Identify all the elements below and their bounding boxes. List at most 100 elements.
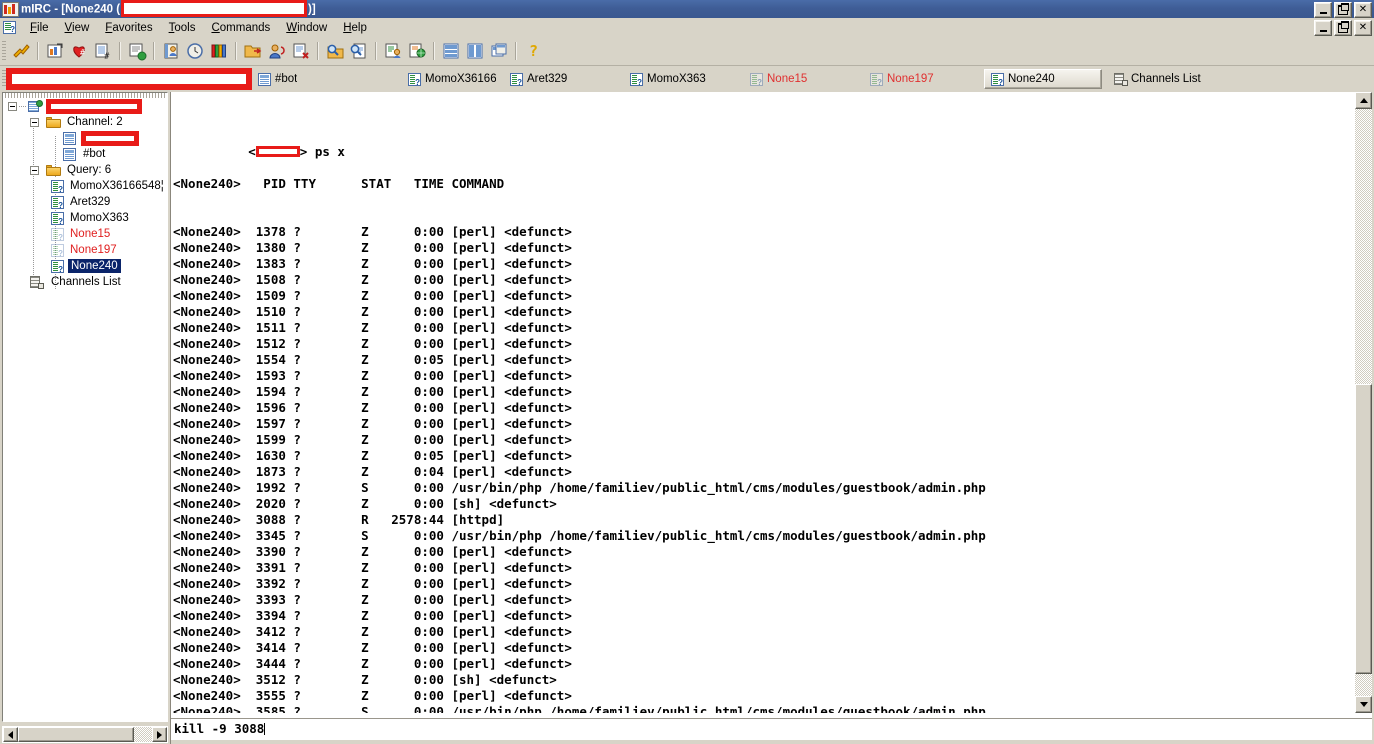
menu-view[interactable]: View [57,20,98,36]
switchbar-tab-none197[interactable]: None197 [864,69,982,89]
find-folder-icon[interactable] [324,40,346,62]
tree-group-label: Query: 6 [67,164,112,176]
tree-item-momox361665488[interactable]: MomoX36166548¦ [3,178,167,194]
chat-line: <None240> 1512 ? Z 0:00 [perl] <defunct> [173,336,572,351]
scroll-down-button[interactable] [1355,696,1372,713]
tree-item-channel-bot[interactable]: #bot [3,146,167,162]
collapse-toggle-icon[interactable] [30,165,39,175]
chat-line: <None240> 3392 ? Z 0:00 [perl] <defunct> [173,576,572,591]
tree-item-channel-redacted[interactable] [3,130,167,146]
scroll-track[interactable] [1355,109,1372,696]
timer-clock-icon[interactable] [184,40,206,62]
switchbar-tab-none15[interactable]: None15 [744,69,862,89]
scroll-up-button[interactable] [1355,92,1372,109]
chat-line: <None240> 1510 ? Z 0:00 [perl] <defunct> [173,304,572,319]
tree-item-label: Aret329 [70,196,111,208]
find-page-icon[interactable] [348,40,370,62]
world-globe-icon[interactable] [406,40,428,62]
chat-line: <None240> 3391 ? Z 0:00 [perl] <defunct> [173,560,572,575]
tree-connector [19,106,27,107]
collapse-toggle-icon[interactable] [30,117,39,127]
treebar-grip[interactable] [5,93,167,98]
folder-icon [46,116,61,128]
close-button[interactable]: ✕ [1354,2,1372,18]
tree-item-channels-list[interactable]: Channels List [3,274,167,290]
redacted-channel-label [81,130,139,146]
tree-group-channel[interactable]: Channel: 2 [3,114,167,130]
tile-vertical-icon[interactable] [464,40,486,62]
chat-line: <None240> 3585 ? S 0:00 /usr/bin/php /ho… [173,704,986,713]
chat-line: <None240> 3555 ? Z 0:00 [perl] <defunct> [173,688,572,703]
redacted-server-label [46,98,142,114]
address-book-icon[interactable] [160,40,182,62]
about-help-icon[interactable]: ? [522,40,544,62]
switchbar-tab-label: #bot [275,73,298,85]
toolbar-separator [119,42,121,60]
mdi-restore-button[interactable] [1334,20,1352,36]
switchbar-tab-momox361665488[interactable]: MomoX361665488 [402,69,502,89]
switchbar-tab-aret329[interactable]: Aret329 [504,69,622,89]
menu-help[interactable]: Help [335,20,375,36]
chat-line: <None240> 3444 ? Z 0:00 [perl] <defunct> [173,656,572,671]
scripts-editor-icon[interactable] [126,40,148,62]
collapse-toggle-icon[interactable] [8,101,17,111]
scroll-thumb[interactable] [18,727,134,742]
tree-item-none240[interactable]: None240 [3,258,167,274]
chat-window-none240: < > ps x <None240> PID TTY STAT TIME COMM… [170,92,1372,744]
options-icon[interactable] [44,40,66,62]
switchbar-tab-channels-list[interactable]: Channels List [1108,69,1207,89]
tree-item-server[interactable] [3,98,167,114]
notify-list-icon[interactable] [208,40,230,62]
mdi-minimize-button[interactable] [1314,20,1332,36]
minimize-button[interactable] [1314,2,1332,18]
chat-line: <None240> 3390 ? Z 0:00 [perl] <defunct> [173,544,572,559]
mdi-document-icon[interactable] [3,20,17,35]
cascade-icon[interactable] [488,40,510,62]
folder-icon [46,164,61,176]
tree-group-query[interactable]: Query: 6 [3,162,167,178]
redacted-nick [255,146,300,157]
channels-list-icon[interactable]: # [92,40,114,62]
menu-window[interactable]: Window [278,20,335,36]
toolbar-grip[interactable] [2,41,6,61]
scroll-left-button[interactable] [3,727,18,742]
connect-lightning-icon[interactable] [10,40,32,62]
tree-item-none15[interactable]: None15 [3,226,167,242]
tree-item-label: MomoX36166548¦ [70,180,164,192]
scroll-right-button[interactable] [152,727,167,742]
menu-file[interactable]: File [22,20,57,36]
send-file-icon[interactable] [242,40,264,62]
switchbar-tab-none240[interactable]: None240 [984,69,1102,89]
dcc-chat-icon[interactable] [266,40,288,62]
treebar-horizontal-scrollbar[interactable] [2,726,168,743]
switchbar-tab-label: Channels List [1131,73,1201,85]
query-icon [991,72,1004,87]
user-list-icon[interactable] [382,40,404,62]
chat-vertical-scrollbar[interactable] [1355,92,1372,713]
menu-favorites[interactable]: Favorites [97,20,160,36]
dcc-send-icon[interactable] [290,40,312,62]
query-icon [51,211,64,226]
chat-line: <None240> 1378 ? Z 0:00 [perl] <defunct> [173,224,572,239]
chat-line: <None240> 1596 ? Z 0:00 [perl] <defunct> [173,400,572,415]
tree-item-none197[interactable]: None197 [3,242,167,258]
scroll-thumb[interactable] [1355,384,1372,674]
chat-line: <None240> 1630 ? Z 0:05 [perl] <defunct> [173,448,572,463]
tile-horizontal-icon[interactable] [440,40,462,62]
mdi-close-button[interactable]: ✕ [1354,20,1372,36]
chat-line: <None240> 3088 ? R 2578:44 [httpd] [173,512,505,527]
chat-line: <None240> 1599 ? Z 0:00 [perl] <defunct> [173,432,572,447]
restore-button[interactable] [1334,2,1352,18]
favorites-heart-icon[interactable]: # [68,40,90,62]
svg-text:?: ? [529,42,538,60]
menu-commands[interactable]: Commands [203,20,278,36]
scroll-track[interactable] [134,727,152,742]
menu-tools[interactable]: Tools [161,20,204,36]
message-input[interactable]: kill -9 3088 [171,718,1372,740]
chat-line: <None240> 1554 ? Z 0:05 [perl] <defunct> [173,352,572,367]
treebar: Channel: 2 #bot Query: 6 ? MomoX36166548… [2,92,168,722]
tree-item-momox363[interactable]: MomoX363 [3,210,167,226]
switchbar-tab-momox363[interactable]: MomoX363 [624,69,742,89]
tree-item-aret329[interactable]: Aret329 [3,194,167,210]
switchbar-tab-bot[interactable]: #bot [252,69,400,89]
